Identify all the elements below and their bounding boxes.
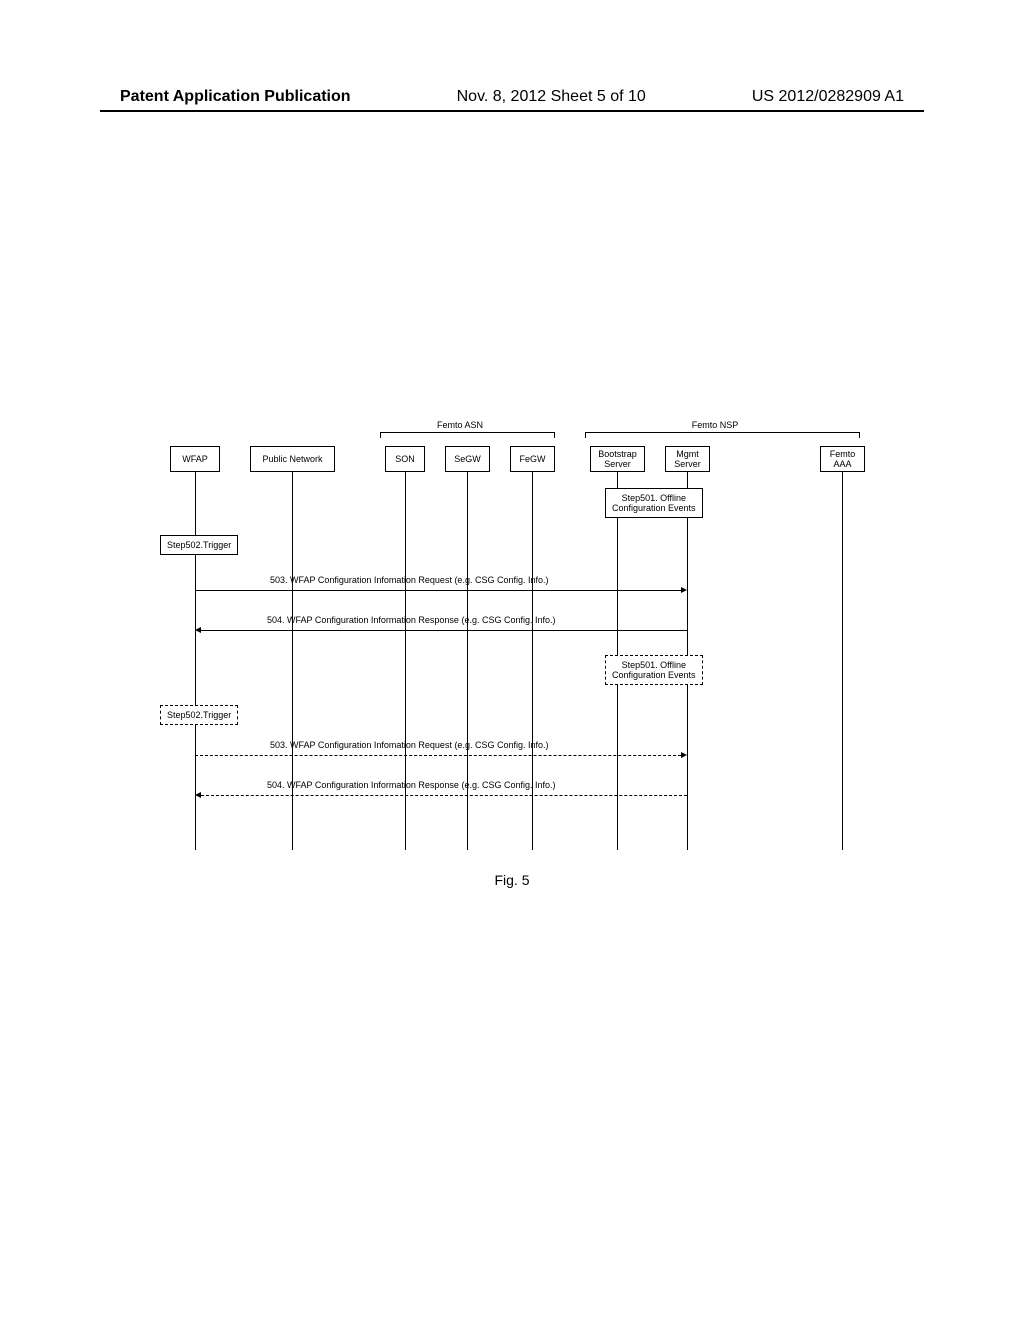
entity-femto-aaa: Femto AAA <box>820 446 865 472</box>
lifeline-aaa <box>842 472 843 850</box>
entity-mgmt-server: Mgmt Server <box>665 446 710 472</box>
lifeline-fegw <box>532 472 533 850</box>
entity-bootstrap-server: Bootstrap Server <box>590 446 645 472</box>
msg503-arrow-1 <box>195 590 681 591</box>
header-publication: Patent Application Publication <box>120 88 351 106</box>
step501-box-2: Step501. Offline Configuration Events <box>605 655 703 685</box>
entity-fegw: FeGW <box>510 446 555 472</box>
msg504-label-2: 504. WFAP Configuration Information Resp… <box>267 780 555 790</box>
msg504-arrowhead-1 <box>195 627 201 633</box>
entity-son: SON <box>385 446 425 472</box>
step502-box-1: Step502.Trigger <box>160 535 238 555</box>
msg503-label-1: 503. WFAP Configuration Infomation Reque… <box>270 575 548 585</box>
group-label-asn: Femto ASN <box>420 420 500 430</box>
lifeline-segw <box>467 472 468 850</box>
step502-box-2: Step502.Trigger <box>160 705 238 725</box>
sequence-diagram: Femto ASN Femto NSP WFAP Public Network … <box>170 420 880 850</box>
msg503-arrow-2 <box>195 755 681 756</box>
step501-box-1: Step501. Offline Configuration Events <box>605 488 703 518</box>
msg503-label-2: 503. WFAP Configuration Infomation Reque… <box>270 740 548 750</box>
group-label-nsp: Femto NSP <box>675 420 755 430</box>
header-patent-number: US 2012/0282909 A1 <box>752 88 904 106</box>
msg504-arrowhead-2 <box>195 792 201 798</box>
entity-public-network: Public Network <box>250 446 335 472</box>
header-date-sheet: Nov. 8, 2012 Sheet 5 of 10 <box>457 88 646 106</box>
lifeline-son <box>405 472 406 850</box>
msg504-arrow-1 <box>201 630 687 631</box>
header-divider <box>100 110 924 112</box>
entity-segw: SeGW <box>445 446 490 472</box>
msg503-arrowhead-2 <box>681 752 687 758</box>
figure-caption: Fig. 5 <box>0 872 1024 888</box>
group-bracket-asn <box>380 432 555 438</box>
lifeline-public-network <box>292 472 293 850</box>
entity-wfap: WFAP <box>170 446 220 472</box>
msg503-arrowhead-1 <box>681 587 687 593</box>
group-bracket-nsp <box>585 432 860 438</box>
msg504-arrow-2 <box>201 795 687 796</box>
msg504-label-1: 504. WFAP Configuration Information Resp… <box>267 615 555 625</box>
